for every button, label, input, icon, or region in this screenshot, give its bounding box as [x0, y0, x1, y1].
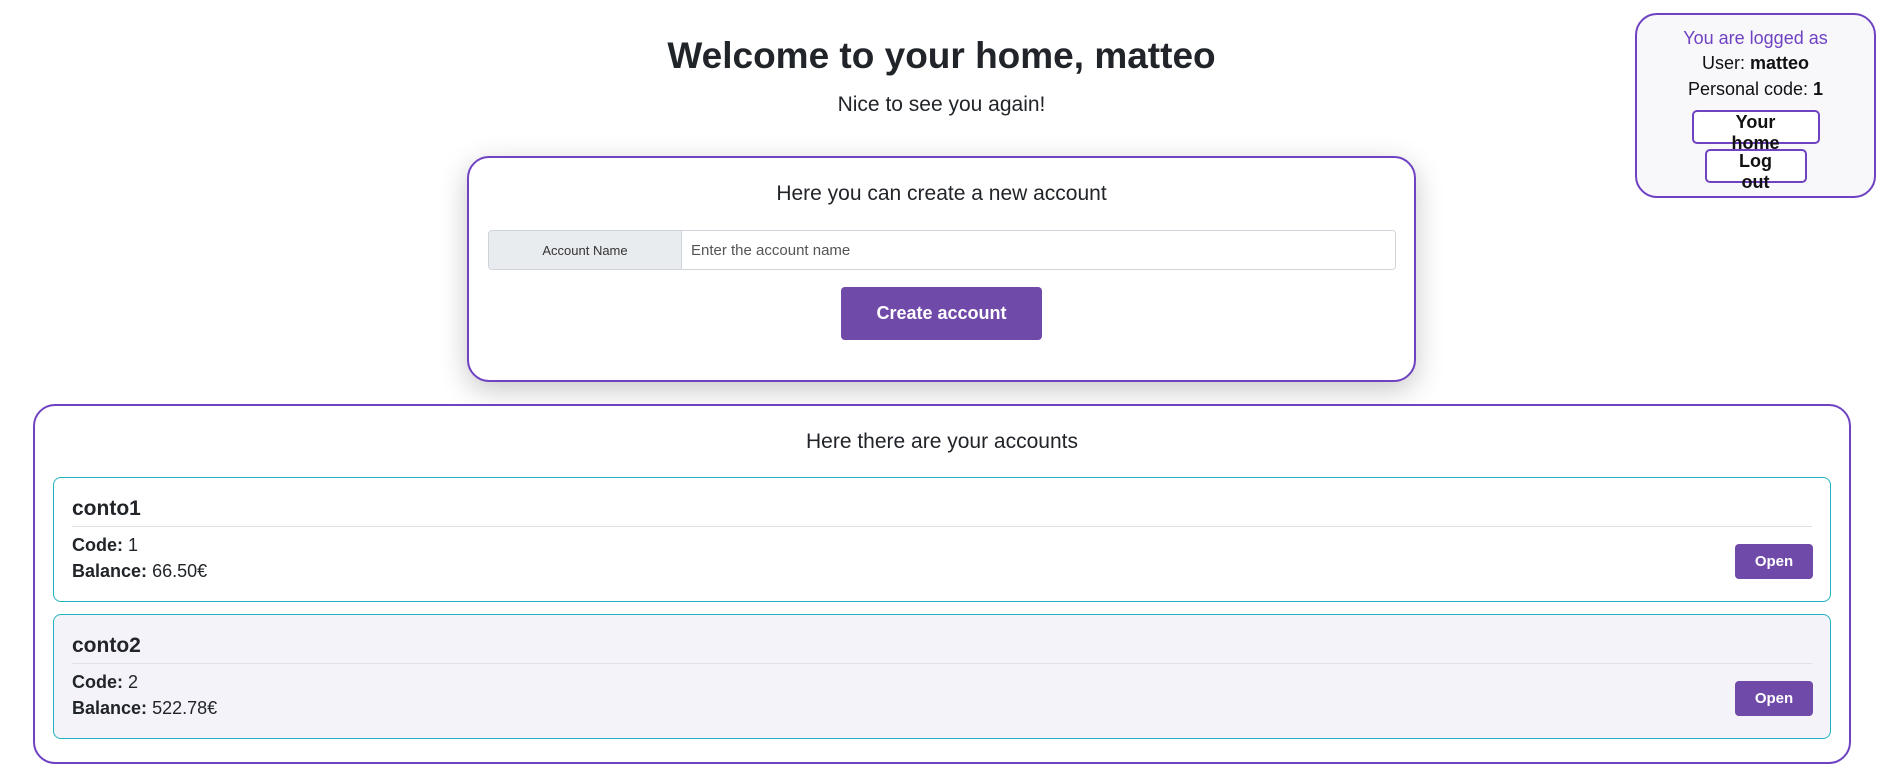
logged-as-label: You are logged as [1683, 28, 1828, 48]
user-line: User: matteo [1637, 50, 1874, 76]
log-out-button[interactable]: Log out [1704, 149, 1807, 192]
account-code-label: Code: [72, 535, 123, 555]
create-account-card: Here you can create a new account Accoun… [467, 156, 1416, 382]
personal-code-label: Personal code: [1687, 79, 1809, 99]
accounts-panel: Here there are your accounts conto1 Code… [33, 404, 1851, 764]
account-name: conto1 [72, 478, 1812, 527]
user-label: User: [1701, 53, 1745, 73]
page-subtitle: Nice to see you again! [837, 93, 1046, 116]
personal-code-value: 1 [1813, 79, 1824, 99]
accounts-title: Here there are your accounts [806, 430, 1078, 453]
account-balance-value: 66.50€ [152, 561, 208, 581]
account-balance-value: 522.78€ [152, 698, 218, 718]
open-account-button[interactable]: Open [1735, 681, 1813, 716]
account-code: Code: 1 [72, 532, 1812, 558]
account-code: Code: 2 [72, 669, 1812, 695]
account-balance-label: Balance: [72, 561, 148, 581]
account-balance: Balance: 66.50€ [72, 558, 1812, 584]
account-name-label: Account Name [489, 231, 682, 269]
account-balance: Balance: 522.78€ [72, 695, 1812, 721]
account-card: conto2 Code: 2 Balance: 522.78€ Open [53, 614, 1831, 739]
account-code-value: 2 [128, 672, 139, 692]
account-code-value: 1 [128, 535, 139, 555]
account-balance-label: Balance: [72, 698, 148, 718]
user-value: matteo [1750, 53, 1810, 73]
account-name-input[interactable] [682, 231, 1395, 269]
create-account-title: Here you can create a new account [776, 182, 1107, 205]
create-account-button[interactable]: Create account [841, 287, 1042, 340]
open-account-button[interactable]: Open [1735, 544, 1813, 579]
account-card: conto1 Code: 1 Balance: 66.50€ Open [53, 477, 1831, 602]
account-name-input-group: Account Name [488, 230, 1396, 270]
account-code-label: Code: [72, 672, 123, 692]
your-home-button[interactable]: Your home [1691, 110, 1820, 153]
login-status-box: You are logged as User: matteo Personal … [1635, 13, 1876, 198]
personal-code-line: Personal code: 1 [1637, 76, 1874, 102]
page-title: Welcome to your home, matteo [667, 35, 1216, 76]
account-name: conto2 [72, 615, 1812, 664]
